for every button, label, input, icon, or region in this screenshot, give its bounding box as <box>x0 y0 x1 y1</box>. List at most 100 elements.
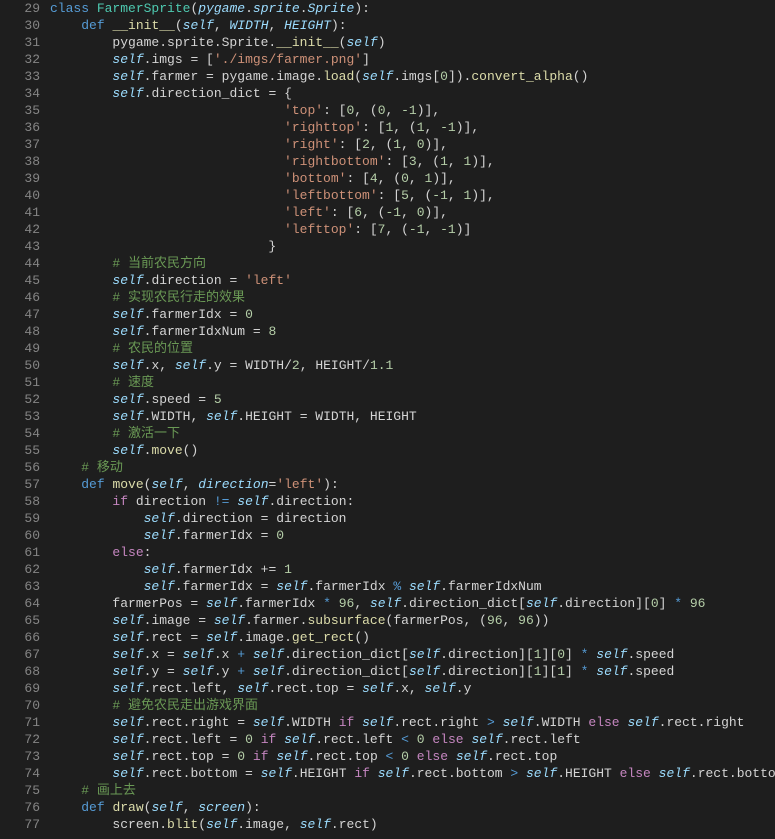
line-number: 58 <box>0 493 40 510</box>
code-line[interactable]: self.farmer = pygame.image.load(self.img… <box>50 68 775 85</box>
code-line[interactable]: self.rect.bottom = self.HEIGHT if self.r… <box>50 765 775 782</box>
code-line[interactable]: 'lefttop': [7, (-1, -1)] <box>50 221 775 238</box>
code-line[interactable]: # 当前农民方向 <box>50 255 775 272</box>
line-number: 66 <box>0 629 40 646</box>
code-line[interactable]: 'top': [0, (0, -1)], <box>50 102 775 119</box>
code-line[interactable]: self.rect = self.image.get_rect() <box>50 629 775 646</box>
code-line[interactable]: def draw(self, screen): <box>50 799 775 816</box>
line-number: 74 <box>0 765 40 782</box>
code-area[interactable]: class FarmerSprite(pygame.sprite.Sprite)… <box>50 0 775 833</box>
line-number: 73 <box>0 748 40 765</box>
code-line[interactable]: self.rect.right = self.WIDTH if self.rec… <box>50 714 775 731</box>
code-line[interactable]: # 实现农民行走的效果 <box>50 289 775 306</box>
line-number: 49 <box>0 340 40 357</box>
line-number: 63 <box>0 578 40 595</box>
code-line[interactable]: def __init__(self, WIDTH, HEIGHT): <box>50 17 775 34</box>
code-line[interactable]: # 画上去 <box>50 782 775 799</box>
line-number: 60 <box>0 527 40 544</box>
line-number: 50 <box>0 357 40 374</box>
code-editor[interactable]: 2930313233343536373839404142434445464748… <box>0 0 775 833</box>
line-number: 46 <box>0 289 40 306</box>
code-line[interactable]: 'righttop': [1, (1, -1)], <box>50 119 775 136</box>
code-line[interactable]: self.rect.top = 0 if self.rect.top < 0 e… <box>50 748 775 765</box>
code-line[interactable]: self.direction = 'left' <box>50 272 775 289</box>
line-number: 75 <box>0 782 40 799</box>
line-number: 44 <box>0 255 40 272</box>
code-line[interactable]: else: <box>50 544 775 561</box>
code-line[interactable]: pygame.sprite.Sprite.__init__(self) <box>50 34 775 51</box>
line-number: 57 <box>0 476 40 493</box>
line-number: 53 <box>0 408 40 425</box>
code-line[interactable]: self.rect.left, self.rect.top = self.x, … <box>50 680 775 697</box>
code-line[interactable]: self.speed = 5 <box>50 391 775 408</box>
line-number: 29 <box>0 0 40 17</box>
line-number: 30 <box>0 17 40 34</box>
line-number: 77 <box>0 816 40 833</box>
code-line[interactable]: } <box>50 238 775 255</box>
code-line[interactable]: # 移动 <box>50 459 775 476</box>
code-line[interactable]: # 避免农民走出游戏界面 <box>50 697 775 714</box>
line-number: 36 <box>0 119 40 136</box>
line-number: 34 <box>0 85 40 102</box>
line-number: 72 <box>0 731 40 748</box>
code-line[interactable]: 'left': [6, (-1, 0)], <box>50 204 775 221</box>
line-number: 56 <box>0 459 40 476</box>
code-line[interactable]: self.x, self.y = WIDTH/2, HEIGHT/1.1 <box>50 357 775 374</box>
line-number: 32 <box>0 51 40 68</box>
line-number: 51 <box>0 374 40 391</box>
line-number-gutter: 2930313233343536373839404142434445464748… <box>0 0 50 833</box>
code-line[interactable]: 'bottom': [4, (0, 1)], <box>50 170 775 187</box>
code-line[interactable]: self.direction_dict = { <box>50 85 775 102</box>
code-line[interactable]: # 农民的位置 <box>50 340 775 357</box>
line-number: 71 <box>0 714 40 731</box>
line-number: 43 <box>0 238 40 255</box>
line-number: 33 <box>0 68 40 85</box>
line-number: 54 <box>0 425 40 442</box>
code-line[interactable]: self.y = self.y + self.direction_dict[se… <box>50 663 775 680</box>
code-line[interactable]: # 速度 <box>50 374 775 391</box>
code-line[interactable]: def move(self, direction='left'): <box>50 476 775 493</box>
line-number: 45 <box>0 272 40 289</box>
line-number: 42 <box>0 221 40 238</box>
line-number: 64 <box>0 595 40 612</box>
line-number: 48 <box>0 323 40 340</box>
code-line[interactable]: self.direction = direction <box>50 510 775 527</box>
code-line[interactable]: self.image = self.farmer.subsurface(farm… <box>50 612 775 629</box>
code-line[interactable]: self.farmerIdx = 0 <box>50 306 775 323</box>
code-line[interactable]: 'leftbottom': [5, (-1, 1)], <box>50 187 775 204</box>
code-line[interactable]: farmerPos = self.farmerIdx * 96, self.di… <box>50 595 775 612</box>
code-line[interactable]: screen.blit(self.image, self.rect) <box>50 816 775 833</box>
line-number: 52 <box>0 391 40 408</box>
code-line[interactable]: self.imgs = ['./imgs/farmer.png'] <box>50 51 775 68</box>
code-line[interactable]: self.farmerIdx += 1 <box>50 561 775 578</box>
line-number: 35 <box>0 102 40 119</box>
code-line[interactable]: class FarmerSprite(pygame.sprite.Sprite)… <box>50 0 775 17</box>
line-number: 68 <box>0 663 40 680</box>
line-number: 76 <box>0 799 40 816</box>
code-line[interactable]: self.farmerIdxNum = 8 <box>50 323 775 340</box>
code-line[interactable]: # 激活一下 <box>50 425 775 442</box>
line-number: 55 <box>0 442 40 459</box>
code-line[interactable]: self.rect.left = 0 if self.rect.left < 0… <box>50 731 775 748</box>
code-line[interactable]: 'rightbottom': [3, (1, 1)], <box>50 153 775 170</box>
line-number: 65 <box>0 612 40 629</box>
code-line[interactable]: self.WIDTH, self.HEIGHT = WIDTH, HEIGHT <box>50 408 775 425</box>
line-number: 31 <box>0 34 40 51</box>
line-number: 37 <box>0 136 40 153</box>
line-number: 38 <box>0 153 40 170</box>
line-number: 47 <box>0 306 40 323</box>
code-line[interactable]: self.move() <box>50 442 775 459</box>
line-number: 69 <box>0 680 40 697</box>
line-number: 39 <box>0 170 40 187</box>
line-number: 59 <box>0 510 40 527</box>
code-line[interactable]: self.farmerIdx = 0 <box>50 527 775 544</box>
line-number: 41 <box>0 204 40 221</box>
code-line[interactable]: self.farmerIdx = self.farmerIdx % self.f… <box>50 578 775 595</box>
code-line[interactable]: if direction != self.direction: <box>50 493 775 510</box>
line-number: 40 <box>0 187 40 204</box>
code-line[interactable]: 'right': [2, (1, 0)], <box>50 136 775 153</box>
line-number: 70 <box>0 697 40 714</box>
code-line[interactable]: self.x = self.x + self.direction_dict[se… <box>50 646 775 663</box>
line-number: 67 <box>0 646 40 663</box>
line-number: 61 <box>0 544 40 561</box>
